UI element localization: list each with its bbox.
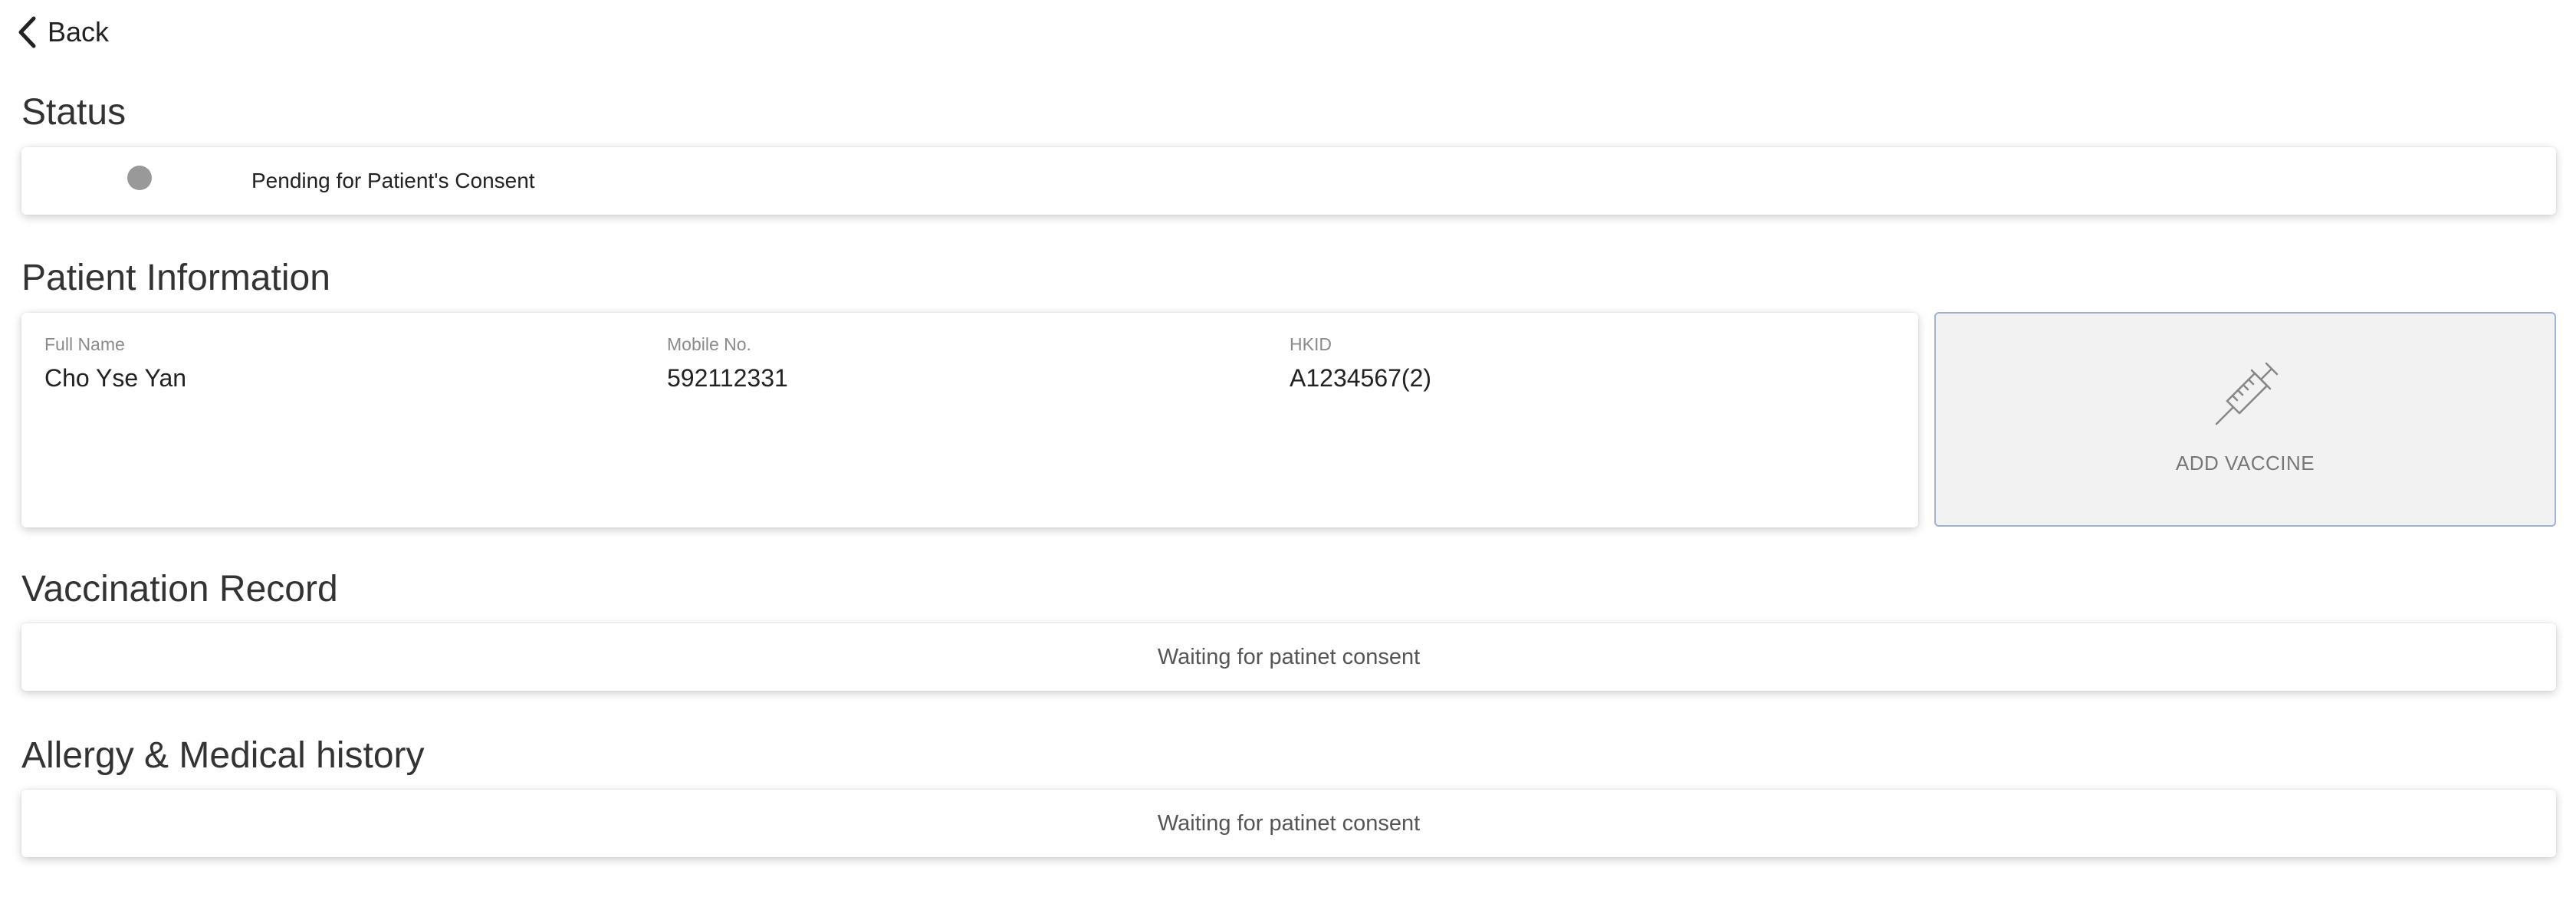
status-indicator-dot [127, 166, 152, 190]
hkid-value: A1234567(2) [1290, 363, 1432, 392]
status-text: Pending for Patient's Consent [251, 169, 535, 192]
allergy-medical-history-heading: Allergy & Medical history [21, 735, 425, 776]
add-vaccine-label: ADD VACCINE [2175, 452, 2315, 475]
back-button[interactable]: Back [17, 14, 109, 51]
status-card: Pending for Patient's Consent [21, 147, 2556, 215]
mobile-number-field: Mobile No. 592112331 [667, 334, 788, 393]
allergy-medical-history-card: Waiting for patinet consent [21, 790, 2556, 857]
patient-information-card: Full Name Cho Yse Yan Mobile No. 5921123… [21, 313, 1918, 527]
hkid-field: HKID A1234567(2) [1290, 334, 1431, 393]
status-heading: Status [21, 92, 127, 133]
syringe-icon [2215, 362, 2279, 426]
mobile-number-value: 592112331 [667, 363, 788, 392]
vaccination-record-heading: Vaccination Record [21, 569, 338, 610]
full-name-label: Full Name [44, 334, 125, 354]
allergy-medical-history-message: Waiting for patinet consent [1157, 810, 1421, 836]
add-vaccine-button[interactable]: ADD VACCINE [1934, 312, 2556, 527]
back-label: Back [48, 16, 110, 48]
patient-information-heading: Patient Information [21, 258, 330, 298]
full-name-value: Cho Yse Yan [44, 363, 187, 392]
vaccination-record-card: Waiting for patinet consent [21, 623, 2556, 691]
vaccination-record-message: Waiting for patinet consent [1157, 644, 1421, 669]
full-name-field: Full Name Cho Yse Yan [44, 334, 186, 393]
hkid-label: HKID [1290, 334, 1332, 354]
mobile-number-label: Mobile No. [667, 334, 751, 354]
chevron-left-icon [18, 16, 36, 48]
